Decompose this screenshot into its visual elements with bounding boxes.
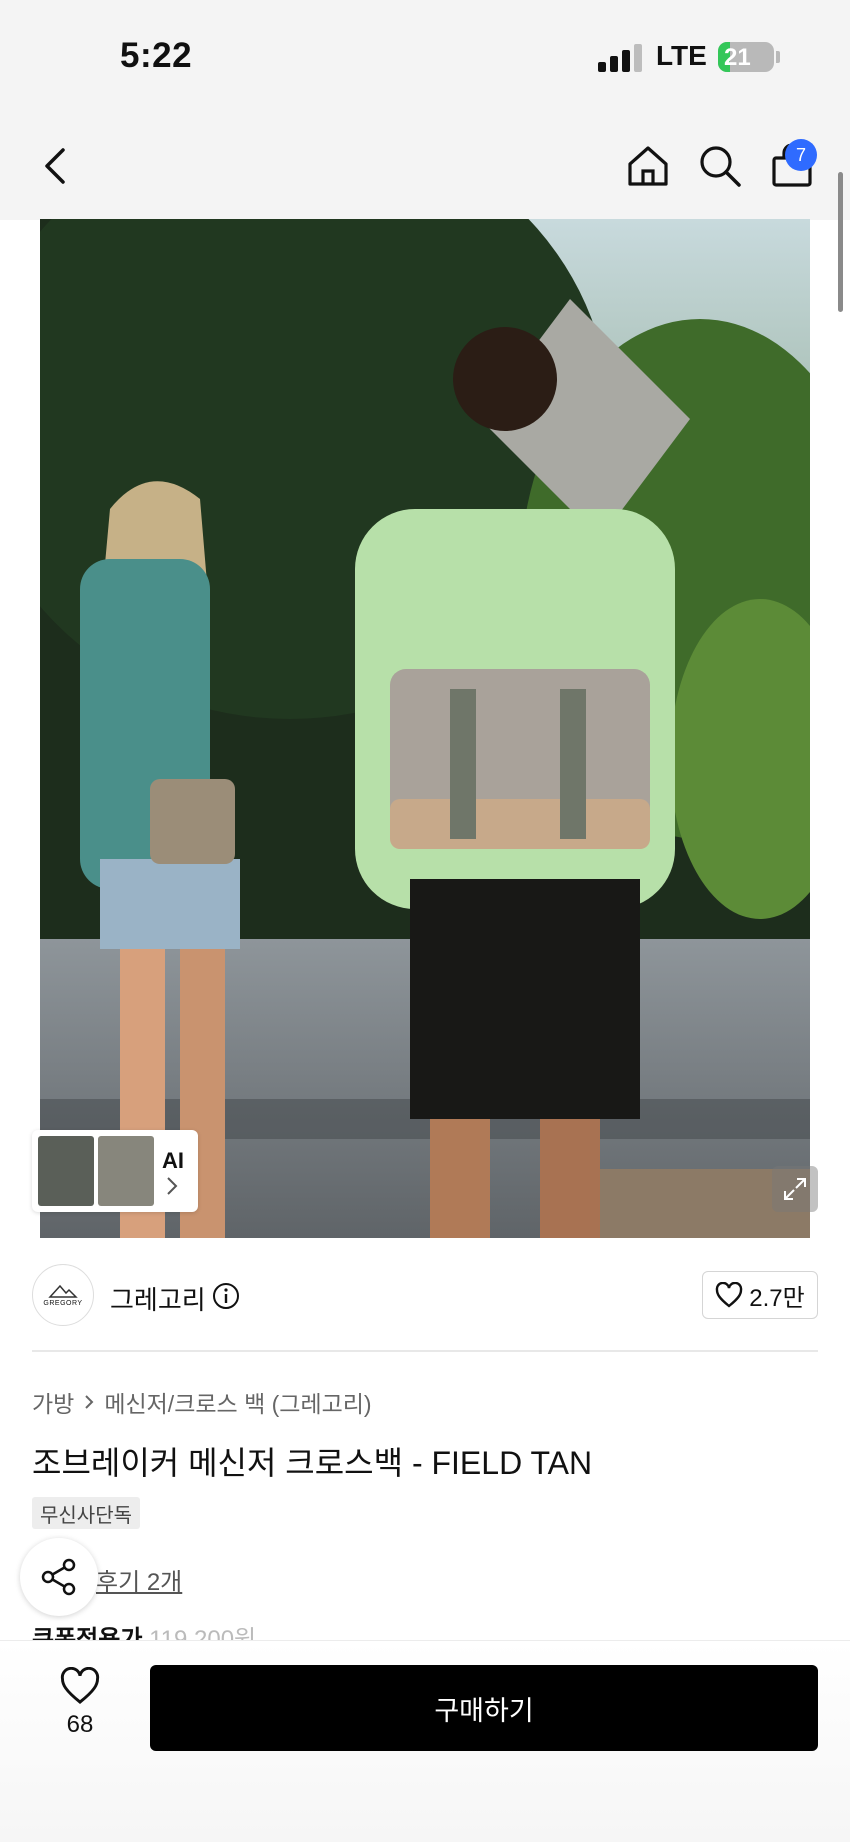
brand-like-button[interactable]: 2.7만 bbox=[702, 1271, 818, 1319]
cart-count-badge: 7 bbox=[785, 139, 817, 171]
brand-logo-text: GREGORY bbox=[43, 1299, 83, 1307]
coupon-price: 119,200원 bbox=[149, 1626, 257, 1640]
divider bbox=[32, 1350, 818, 1352]
brand-like-count: 2.7만 bbox=[749, 1284, 805, 1312]
heart-icon bbox=[60, 1667, 100, 1704]
battery-icon: 21 bbox=[718, 42, 774, 72]
expand-icon bbox=[784, 1178, 806, 1200]
heart-icon bbox=[716, 1282, 743, 1308]
share-button[interactable] bbox=[20, 1538, 98, 1616]
chevron-left-icon bbox=[45, 148, 65, 184]
breadcrumb-item[interactable]: 가방 bbox=[32, 1385, 74, 1419]
network-type: LTE bbox=[656, 40, 707, 71]
ai-label: AI bbox=[162, 1148, 184, 1173]
chevron-right-icon bbox=[167, 1177, 178, 1195]
info-icon[interactable] bbox=[212, 1282, 240, 1310]
product-title: 조브레이커 메신저 크로스백 - FIELD TAN bbox=[32, 1445, 593, 1481]
scrollbar[interactable] bbox=[838, 172, 843, 312]
coupon-price-row: 쿠폰적용가 119,200원 bbox=[32, 1626, 256, 1640]
search-icon bbox=[700, 146, 741, 187]
brand-row: GREGORY 그레고리 2.7만 bbox=[0, 1238, 850, 1350]
home-icon bbox=[628, 146, 668, 186]
ai-thumbnail-strip[interactable]: AI bbox=[32, 1130, 198, 1212]
wishlist-button[interactable]: 68 bbox=[50, 1667, 110, 1739]
wishlist-count: 68 bbox=[66, 1711, 94, 1738]
home-button[interactable] bbox=[622, 140, 674, 192]
chevron-right-icon bbox=[85, 1395, 94, 1409]
coupon-label: 쿠폰적용가 bbox=[32, 1626, 143, 1640]
product-image[interactable] bbox=[40, 219, 810, 1238]
brand-name[interactable]: 그레고리 bbox=[110, 1280, 206, 1317]
review-link[interactable]: 후기 2개 bbox=[96, 1562, 182, 1597]
share-icon bbox=[41, 1558, 76, 1596]
back-button[interactable] bbox=[30, 140, 82, 192]
breadcrumb-item[interactable]: 메신저/크로스 백 (그레고리) bbox=[104, 1385, 371, 1419]
thumbnail-image[interactable] bbox=[98, 1136, 154, 1206]
search-button[interactable] bbox=[694, 140, 746, 192]
brand-logo[interactable]: GREGORY bbox=[32, 1264, 94, 1326]
buy-button[interactable]: 구매하기 bbox=[150, 1665, 818, 1751]
status-time: 5:22 bbox=[120, 36, 193, 75]
mountain-logo-icon bbox=[48, 1284, 78, 1298]
breadcrumb: 가방 메신저/크로스 백 (그레고리) bbox=[32, 1385, 372, 1419]
expand-image-button[interactable] bbox=[772, 1166, 818, 1212]
thumbnail-image[interactable] bbox=[38, 1136, 94, 1206]
product-photo bbox=[40, 219, 810, 1238]
signal-strength-icon bbox=[598, 44, 644, 72]
status-bar: 5:22 LTE 21 bbox=[0, 0, 850, 110]
battery-level: 21 bbox=[724, 44, 751, 71]
bottom-action-bar: 68 구매하기 bbox=[0, 1640, 850, 1842]
top-nav-bar bbox=[0, 110, 850, 220]
exclusive-badge: 무신사단독 bbox=[32, 1497, 140, 1529]
battery-tip bbox=[776, 51, 780, 63]
